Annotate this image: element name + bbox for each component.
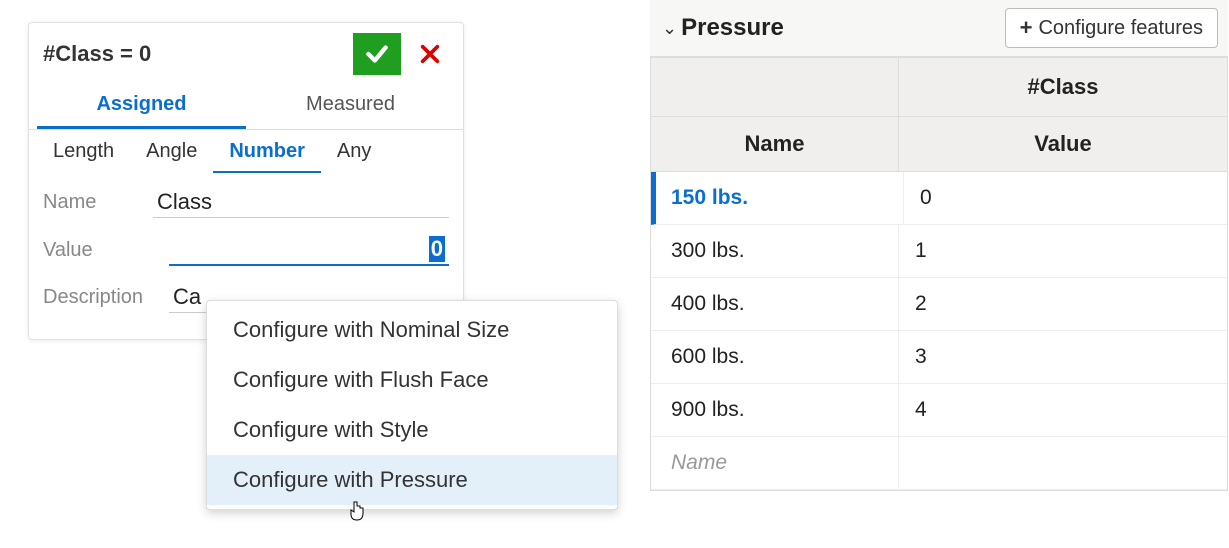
placeholder-value (899, 437, 1227, 489)
check-icon (364, 41, 390, 67)
primary-tabs: Assigned Measured (29, 79, 463, 130)
column-header-name: Name (651, 117, 899, 171)
name-label: Name (43, 191, 153, 214)
tab-length[interactable]: Length (37, 130, 130, 173)
value-input[interactable]: 0 (169, 234, 449, 266)
table-row[interactable]: 300 lbs. 1 (651, 225, 1227, 278)
row-value[interactable]: 3 (899, 331, 1227, 383)
menu-item-pressure[interactable]: Configure with Pressure (207, 455, 617, 505)
row-value[interactable]: 1 (899, 225, 1227, 277)
tab-assigned[interactable]: Assigned (37, 79, 246, 129)
menu-item-style[interactable]: Configure with Style (207, 405, 617, 455)
configuration-panel: ⌄ Pressure + Configure features #Class N… (650, 0, 1228, 491)
dialog-header: #Class = 0 (29, 23, 463, 79)
confirm-button[interactable] (353, 33, 401, 75)
tab-measured[interactable]: Measured (246, 79, 455, 129)
value-label: Value (43, 239, 169, 262)
row-name: 150 lbs. (656, 172, 904, 224)
placeholder-name[interactable]: Name (651, 437, 899, 489)
column-group-class: #Class (899, 58, 1227, 116)
row-name: 300 lbs. (651, 225, 899, 277)
table-row[interactable]: 150 lbs. 0 (651, 172, 1227, 225)
row-name: 600 lbs. (651, 331, 899, 383)
configure-features-button[interactable]: + Configure features (1005, 8, 1218, 48)
menu-item-flush-face[interactable]: Configure with Flush Face (207, 355, 617, 405)
row-value[interactable]: 2 (899, 278, 1227, 330)
row-value[interactable]: 0 (904, 172, 1227, 224)
secondary-tabs: Length Angle Number Any (29, 130, 463, 173)
tab-any[interactable]: Any (321, 130, 387, 173)
variable-dialog: #Class = 0 Assigned Measured Length Angl… (28, 22, 464, 340)
row-name: 900 lbs. (651, 384, 899, 436)
table-row[interactable]: 600 lbs. 3 (651, 331, 1227, 384)
panel-title: Pressure (681, 14, 1005, 42)
menu-item-nominal-size[interactable]: Configure with Nominal Size (207, 305, 617, 355)
value-selection: 0 (429, 236, 445, 262)
table-row[interactable]: 400 lbs. 2 (651, 278, 1227, 331)
new-row-placeholder[interactable]: Name (651, 437, 1227, 490)
configure-features-label: Configure features (1038, 17, 1203, 40)
cancel-button[interactable] (409, 33, 451, 75)
chevron-down-icon[interactable]: ⌄ (662, 18, 677, 39)
description-label: Description (43, 286, 169, 309)
name-input[interactable] (153, 187, 449, 218)
spacer-cell (651, 58, 899, 116)
column-header-value: Value (899, 117, 1227, 171)
close-icon (419, 43, 441, 65)
plus-icon: + (1020, 15, 1033, 41)
panel-header: ⌄ Pressure + Configure features (650, 0, 1228, 57)
configuration-table: #Class Name Value 150 lbs. 0 300 lbs. 1 … (650, 57, 1228, 491)
tab-number[interactable]: Number (213, 130, 321, 173)
table-head: #Class Name Value (651, 58, 1227, 172)
tab-angle[interactable]: Angle (130, 130, 213, 173)
context-menu: Configure with Nominal Size Configure wi… (206, 300, 618, 510)
dialog-title: #Class = 0 (43, 41, 353, 67)
row-value[interactable]: 4 (899, 384, 1227, 436)
row-name: 400 lbs. (651, 278, 899, 330)
table-row[interactable]: 900 lbs. 4 (651, 384, 1227, 437)
